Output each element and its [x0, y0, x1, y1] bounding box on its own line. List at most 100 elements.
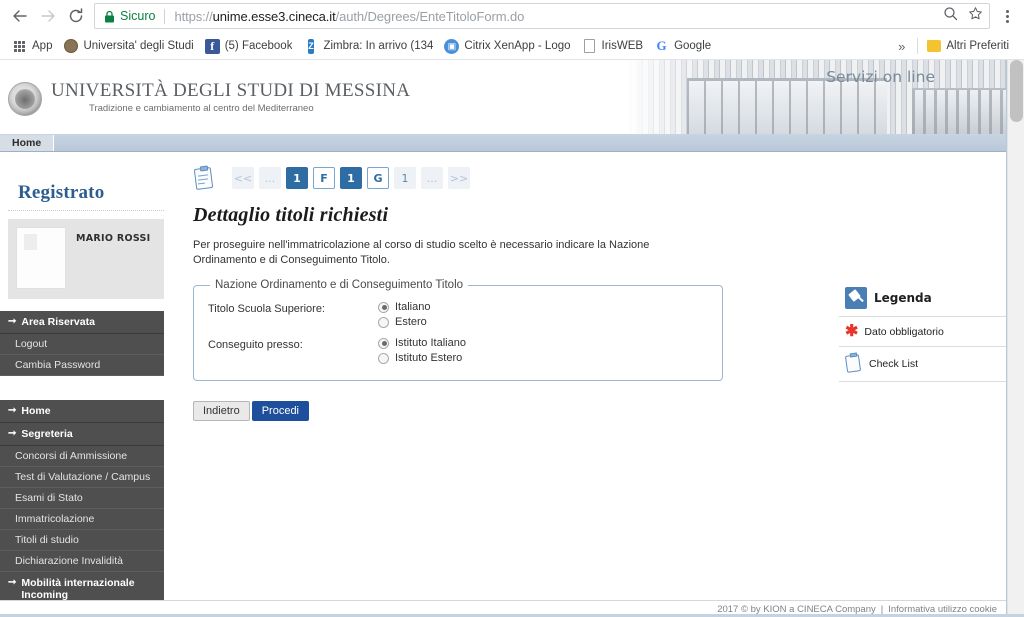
bookmark-label: Zimbra: In arrivo (134	[323, 40, 434, 52]
sidebar-item-logout[interactable]: Logout	[0, 334, 164, 355]
radio-option-istituto-estero[interactable]: Istituto Estero	[378, 352, 466, 364]
site-brand[interactable]: UNIVERSITÀ DEGLI STUDI DI MESSINA Tradiz…	[8, 80, 410, 116]
facebook-icon: f	[204, 38, 220, 54]
sidebar-item-cambia-password[interactable]: Cambia Password	[0, 355, 164, 376]
campus-photo	[627, 60, 1007, 134]
back-arrow-icon[interactable]	[6, 2, 34, 30]
folder-icon	[926, 39, 941, 54]
bookmark-other-folder[interactable]: Altri Preferiti	[922, 37, 1016, 56]
step-1c[interactable]: 1	[394, 167, 416, 189]
legend-title: Legenda	[874, 291, 932, 305]
bookmark-irisweb[interactable]: IrisWEB	[578, 37, 651, 56]
proceed-button[interactable]: Procedi	[251, 401, 309, 421]
reload-icon[interactable]	[62, 2, 90, 30]
apps-grid-icon	[12, 39, 27, 54]
nation-fieldset: Nazione Ordinamento e di Conseguimento T…	[193, 279, 723, 381]
bookmark-zimbra[interactable]: Z Zimbra: In arrivo (134	[299, 37, 440, 56]
legend-panel: Legenda ✱ Dato obbligatorio Check List	[839, 287, 1007, 382]
checklist-clipboard-icon	[844, 352, 863, 374]
star-icon[interactable]	[968, 6, 983, 26]
radio-button[interactable]	[378, 316, 389, 328]
step-first[interactable]: <<	[232, 167, 254, 189]
bookmark-citrix[interactable]: ▣ Citrix XenApp - Logo	[440, 37, 577, 56]
bookmarks-overflow-icon[interactable]: »	[890, 39, 913, 54]
sidebar-item-test-valutazione[interactable]: Test di Valutazione / Campus	[0, 467, 164, 488]
step-g[interactable]: G	[367, 167, 389, 189]
bookmark-label: Altri Preferiti	[946, 40, 1009, 52]
sidebar-item-label: Dichiarazione Invalidità	[15, 555, 123, 567]
user-name: MARIO ROSSI	[76, 233, 151, 244]
legend-row-checklist: Check List	[839, 347, 1007, 382]
sidebar: Registrato MARIO ROSSI ➞ Area Riservata …	[0, 152, 168, 617]
radio-button[interactable]	[378, 352, 389, 364]
lock-icon	[104, 10, 115, 23]
asterisk-icon: ✱	[845, 322, 859, 340]
radio-button[interactable]	[378, 337, 389, 349]
sidebar-item-label: Home	[21, 405, 51, 417]
sidebar-item-dichiarazione-invalidita[interactable]: Dichiarazione Invalidità	[0, 551, 164, 572]
url-scheme: https://	[174, 8, 213, 24]
radio-button[interactable]	[378, 301, 389, 313]
bookmarks-divider	[917, 38, 919, 54]
page-content: Servizi on line UNIVERSITÀ DEGLI STUDI D…	[0, 60, 1024, 617]
kebab-menu-icon[interactable]	[996, 9, 1018, 23]
field-row-conseguito-presso: Conseguito presso: Istituto Italiano Ist…	[208, 337, 708, 364]
page-body: Registrato MARIO ROSSI ➞ Area Riservata …	[0, 152, 1007, 617]
address-bar[interactable]: Sicuro https://unime.esse3.cineca.it/aut…	[94, 3, 990, 29]
url-text: https://unime.esse3.cineca.it/auth/Degre…	[174, 9, 524, 24]
sidebar-item-label: Cambia Password	[15, 359, 101, 371]
step-indicator: << ... 1 F 1 G 1 ... >>	[193, 165, 1007, 190]
page-viewport: Servizi on line UNIVERSITÀ DEGLI STUDI D…	[0, 60, 1007, 617]
bookmark-apps[interactable]: App	[8, 37, 59, 56]
legend-row-required: ✱ Dato obbligatorio	[839, 317, 1007, 347]
bookmark-google[interactable]: G Google	[650, 37, 718, 56]
sidebar-menu-main: ➞ Home ➞ Segreteria Concorsi di Ammissio…	[0, 400, 164, 607]
step-ellipsis-left: ...	[259, 167, 281, 189]
sidebar-item-esami-stato[interactable]: Esami di Stato	[0, 488, 164, 509]
back-button[interactable]: Indietro	[193, 401, 250, 421]
bookmark-label: App	[32, 40, 53, 52]
sidebar-item-immatricolazione[interactable]: Immatricolazione	[0, 509, 164, 530]
zimbra-icon: Z	[303, 38, 318, 54]
sidebar-item-label: Titoli di studio	[15, 534, 79, 546]
field-row-spacer	[208, 328, 708, 335]
step-ellipsis-right: ...	[421, 167, 443, 189]
footer-separator: |	[880, 603, 884, 615]
page-scrollbar[interactable]	[1007, 60, 1024, 617]
field-label: Titolo Scuola Superiore:	[208, 303, 325, 315]
step-1b[interactable]: 1	[340, 167, 362, 189]
step-f[interactable]: F	[313, 167, 335, 189]
sidebar-menu-area-riservata: ➞ Area Riservata Logout Cambia Password	[0, 311, 164, 376]
browser-nav-bar: Sicuro https://unime.esse3.cineca.it/aut…	[0, 0, 1024, 33]
cookie-policy-link[interactable]: Informativa utilizzo cookie	[888, 604, 997, 615]
sidebar-item-label: Mobilità internazionale Incoming	[21, 577, 135, 601]
tab-home[interactable]: Home	[0, 135, 55, 151]
browser-chrome: Sicuro https://unime.esse3.cineca.it/aut…	[0, 0, 1024, 60]
sidebar-item-label: Test di Valutazione / Campus	[15, 471, 151, 483]
sidebar-item-segreteria[interactable]: ➞ Segreteria	[0, 423, 164, 446]
bookmark-universita[interactable]: Universita' degli Studi	[59, 37, 200, 56]
bookmark-label: (5) Facebook	[224, 40, 293, 52]
form-actions: Indietro Procedi	[193, 401, 1007, 421]
bookmark-facebook[interactable]: f (5) Facebook	[201, 37, 300, 56]
avatar	[16, 227, 66, 289]
step-last[interactable]: >>	[448, 167, 470, 189]
field-row-titolo-scuola: Titolo Scuola Superiore: Italiano Estero	[208, 301, 708, 328]
radio-option-istituto-italiano[interactable]: Istituto Italiano	[378, 337, 466, 349]
step-1a[interactable]: 1	[286, 167, 308, 189]
secure-label: Sicuro	[120, 9, 156, 23]
bookmark-label: IrisWEB	[601, 40, 644, 52]
radio-option-estero[interactable]: Estero	[378, 316, 430, 328]
sidebar-item-titoli-studio[interactable]: Titoli di studio	[0, 530, 164, 551]
site-header: Servizi on line UNIVERSITÀ DEGLI STUDI D…	[0, 60, 1007, 135]
sidebar-item-area-riservata[interactable]: ➞ Area Riservata	[0, 311, 164, 334]
forward-arrow-icon	[34, 2, 62, 30]
sidebar-item-home[interactable]: ➞ Home	[0, 400, 164, 423]
sidebar-item-concorsi-ammissione[interactable]: Concorsi di Ammissione	[0, 446, 164, 467]
legend-header: Legenda	[839, 287, 1007, 317]
scrollbar-thumb[interactable]	[1010, 60, 1023, 122]
sidebar-item-label: Immatricolazione	[15, 513, 95, 525]
field-label: Conseguito presso:	[208, 339, 303, 351]
magnifier-icon[interactable]	[943, 6, 958, 26]
radio-option-italiano[interactable]: Italiano	[378, 301, 430, 313]
